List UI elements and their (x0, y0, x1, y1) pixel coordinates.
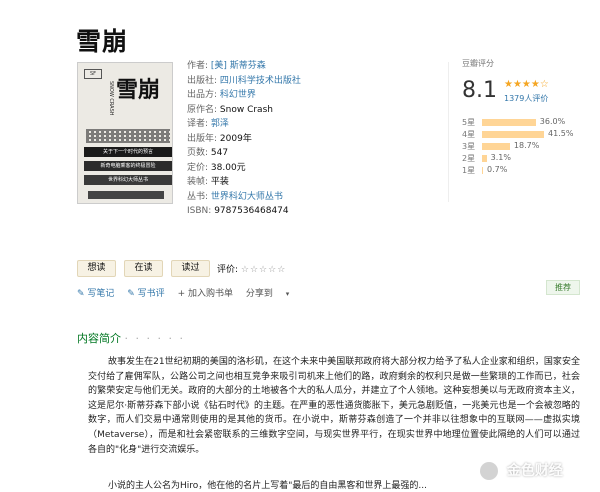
cover-footer (88, 191, 164, 199)
info-row: 作者: [美] 斯蒂芬森 (187, 59, 301, 74)
rating-stars-icon: ★★★★☆ (504, 79, 549, 90)
info-row: 定价: 38.00元 (187, 161, 301, 176)
cover-big-title: 雪崩 (116, 78, 161, 103)
rate-stars-icon[interactable]: ☆☆☆☆☆ (241, 265, 286, 275)
book-title: 雪崩 (76, 27, 129, 56)
tool-links: ✎ 写笔记 ✎ 写书评 + 加入购书单 分享到 ▾ (77, 286, 309, 299)
publisher-logo-icon: SF (84, 69, 102, 79)
info-label: 定价: (187, 162, 209, 173)
rating-row: 3星 18.7% (462, 140, 580, 152)
rating-distribution: 5星 36.0% 4星 41.5% 3星 18.7% 2星 3.1% 1星 0.7% (462, 116, 580, 176)
info-row: 出品方: 科幻世界 (187, 88, 301, 103)
info-value: 547 (210, 148, 229, 158)
rating-row-percent: 41.5% (548, 129, 574, 138)
rating-bar (482, 131, 544, 138)
watermark-logo-icon (480, 462, 498, 480)
have-read-button[interactable]: 读过 (171, 260, 210, 277)
rating-divider (448, 62, 449, 202)
book-info: 作者: [美] 斯蒂芬森 出版社: 四川科学技术出版社 出品方: 科幻世界 原作名: … (187, 59, 301, 219)
cover-en-title: SNOW CRASH (108, 81, 114, 116)
info-row: 出版社: 四川科学技术出版社 (187, 74, 301, 89)
intro-paragraph: 故事发生在21世纪初期的美国的洛杉矶，在这个未来中美国联邦政府将大部分权力给予了… (88, 357, 580, 455)
watermark: 金色财经 (480, 460, 563, 480)
rating-bar (482, 167, 484, 174)
info-label: 原作名: (187, 104, 218, 115)
rate-label: 评价: (217, 265, 239, 275)
rating-bar (482, 119, 536, 126)
info-label: 丛书: (187, 191, 209, 202)
info-label: 作者: (187, 61, 209, 71)
rating-bar (482, 155, 487, 162)
info-row: 页数: 547 (187, 146, 301, 161)
rating-count-link[interactable]: 1379人评价 (504, 93, 548, 104)
rating-row-percent: 3.1% (490, 153, 511, 162)
recommend-button[interactable]: 推荐 (546, 280, 580, 295)
reading-button[interactable]: 在读 (124, 260, 163, 277)
info-value-link[interactable]: 郭泽 (211, 119, 229, 129)
rating-title: 豆瓣评分 (462, 59, 494, 68)
rate-widget: 评价: ☆☆☆☆☆ (217, 262, 286, 275)
info-label: 译者: (187, 119, 209, 129)
info-label: 出品方: (187, 90, 218, 100)
write-review-link[interactable]: ✎ 写书评 (127, 289, 164, 299)
add-to-cart-link[interactable]: + 加入购书单 (178, 289, 233, 299)
want-to-read-button[interactable]: 想读 (77, 260, 116, 277)
info-value: 9787536468474 (214, 206, 289, 216)
rating-panel: 豆瓣评分 8.1 ★★★★☆ 1379人评价 5星 36.0% 4星 41.5% 3星 1… (448, 58, 580, 202)
cover-grid-pattern (86, 129, 170, 143)
rating-row-percent: 0.7% (487, 165, 508, 174)
info-value: 38.00元 (210, 162, 246, 173)
rating-row-label: 3星 (462, 142, 476, 151)
rating-row-label: 2星 (462, 154, 476, 163)
info-label: 出版年: (187, 133, 218, 144)
intro-dots: · · · · · · (124, 332, 185, 345)
intro-title: 内容简介 (77, 332, 121, 345)
info-label: 装帧: (187, 177, 209, 187)
info-value-link[interactable]: 世界科幻大师丛书 (211, 192, 283, 202)
info-value: 平装 (210, 177, 229, 187)
rating-row: 5星 36.0% (462, 116, 580, 128)
rating-bar (482, 143, 510, 150)
rating-row-percent: 36.0% (539, 117, 566, 126)
rating-row-label: 4星 (462, 130, 476, 139)
info-value-link[interactable]: 四川科学技术出版社 (220, 76, 301, 86)
rating-row: 4星 41.5% (462, 128, 580, 140)
cover-band: 关于下一个时代的预言 (84, 147, 172, 157)
info-row: 出版年: 2009年 (187, 132, 301, 147)
rating-row: 1星 0.7% (462, 164, 580, 176)
book-cover[interactable]: SF SNOW CRASH 雪崩 关于下一个时代的预言 新奇电脑乘客的终极冒险 … (77, 62, 173, 204)
info-label: ISBN: (187, 206, 212, 216)
share-dropdown[interactable]: 分享到 ▾ (246, 289, 299, 299)
rating-row-percent: 18.7% (513, 141, 540, 150)
share-label: 分享到 (245, 289, 273, 299)
rating-score: 8.1 (462, 78, 497, 103)
cover-band: 世界科幻大师丛书 (84, 175, 172, 185)
info-value-link[interactable]: [美] 斯蒂芬森 (211, 61, 266, 71)
info-value: Snow Crash (219, 104, 273, 115)
intro-heading: 内容简介 · · · · · · (77, 330, 185, 346)
rating-row-label: 1星 (462, 166, 476, 175)
info-row: 译者: 郭泽 (187, 117, 301, 132)
cover-band: 新奇电脑乘客的终极冒险 (84, 161, 172, 171)
chevron-down-icon: ▾ (285, 290, 290, 298)
rating-row: 2星 3.1% (462, 152, 580, 164)
info-label: 出版社: (187, 75, 218, 86)
info-row: 原作名: Snow Crash (187, 103, 301, 118)
watermark-text: 金色财经 (506, 463, 563, 479)
info-value: 2009年 (219, 133, 252, 144)
info-label: 页数: (187, 148, 209, 158)
info-row: 装帧: 平装 (187, 175, 301, 190)
info-row: 丛书: 世界科幻大师丛书 (187, 190, 301, 205)
rating-row-label: 5星 (462, 118, 476, 127)
info-row: ISBN: 9787536468474 (187, 204, 301, 219)
write-note-link[interactable]: ✎ 写笔记 (77, 289, 114, 299)
info-value-link[interactable]: 科幻世界 (220, 90, 256, 100)
